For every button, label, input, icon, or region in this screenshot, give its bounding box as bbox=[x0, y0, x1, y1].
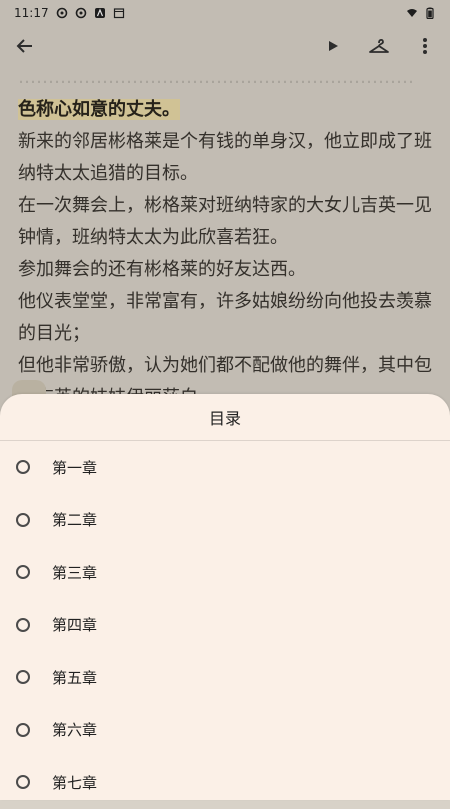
chapter-label: 第四章 bbox=[52, 616, 98, 635]
chapter-list: 第一章 第二章 第三章 第四章 第五章 第六章 第七章 bbox=[0, 441, 450, 809]
play-button[interactable] bbox=[322, 35, 344, 57]
back-button[interactable] bbox=[14, 35, 36, 57]
chapter-item[interactable]: 第一章 bbox=[0, 441, 450, 494]
chapter-item[interactable]: 第七章 bbox=[0, 756, 450, 809]
radio-button-icon[interactable] bbox=[16, 775, 30, 790]
radio-button-icon[interactable] bbox=[16, 512, 30, 527]
toolbar-actions bbox=[322, 35, 436, 57]
chapter-label: 第七章 bbox=[52, 773, 98, 792]
highlighted-text[interactable]: 色称心如意的丈夫。 bbox=[18, 99, 180, 120]
chapter-item[interactable]: 第三章 bbox=[0, 546, 450, 599]
radio-button-icon[interactable] bbox=[16, 617, 30, 632]
status-bar: 11:17 bbox=[0, 0, 450, 26]
chapter-item[interactable]: 第二章 bbox=[0, 494, 450, 547]
chapter-label: 第六章 bbox=[52, 721, 98, 740]
chapter-item[interactable]: 第六章 bbox=[0, 704, 450, 757]
radio-button-icon[interactable] bbox=[16, 670, 30, 685]
chapter-label: 第五章 bbox=[52, 668, 98, 687]
more-vertical-icon bbox=[423, 38, 427, 54]
paragraph: 在一次舞会上，彬格莱对班纳特家的大女儿吉英一见钟情，班纳特太太为此欣喜若狂。 bbox=[18, 195, 432, 248]
more-button[interactable] bbox=[414, 35, 436, 57]
radio-button-icon[interactable] bbox=[16, 565, 30, 580]
play-icon bbox=[329, 41, 338, 51]
gear-icon bbox=[75, 7, 87, 19]
arrow-left-icon bbox=[16, 39, 32, 53]
calendar-icon bbox=[113, 7, 125, 19]
text-line: 色称心如意的丈夫。 bbox=[18, 94, 432, 126]
hanger-button[interactable] bbox=[368, 35, 390, 57]
battery-icon bbox=[424, 7, 436, 20]
paragraph: 参加舞会的还有彬格莱的好友达西。 bbox=[18, 259, 306, 280]
toc-bottom-sheet: 目录 第一章 第二章 第三章 第四章 第五章 第六章 第七章 bbox=[0, 394, 450, 800]
reader-toolbar bbox=[0, 26, 450, 66]
wifi-icon bbox=[406, 7, 418, 19]
radio-button-icon[interactable] bbox=[16, 722, 30, 737]
reader-content: ………………………………………………………… 色称心如意的丈夫。 新来的邻居彬格… bbox=[18, 62, 432, 414]
chapter-item[interactable]: 第四章 bbox=[0, 599, 450, 652]
status-right bbox=[406, 7, 436, 20]
status-left: 11:17 bbox=[14, 6, 125, 20]
radio-button-icon[interactable] bbox=[16, 460, 30, 475]
chapter-label: 第一章 bbox=[52, 458, 98, 477]
chapter-label: 第三章 bbox=[52, 563, 98, 582]
chapter-label: 第二章 bbox=[52, 511, 98, 530]
gear-icon bbox=[56, 7, 68, 19]
hanger-icon bbox=[369, 38, 389, 53]
toc-title: 目录 bbox=[0, 394, 450, 441]
paragraph: 新来的邻居彬格莱是个有钱的单身汉，他立即成了班纳特太太追猎的目标。 bbox=[18, 131, 432, 184]
chapter-item[interactable]: 第五章 bbox=[0, 651, 450, 704]
status-time: 11:17 bbox=[14, 6, 49, 20]
paragraph: 他仪表堂堂，非常富有，许多姑娘纷纷向他投去羡慕的目光； bbox=[18, 291, 432, 344]
text-line-ghost: ………………………………………………………… bbox=[18, 67, 414, 88]
text-a-icon bbox=[94, 7, 106, 19]
